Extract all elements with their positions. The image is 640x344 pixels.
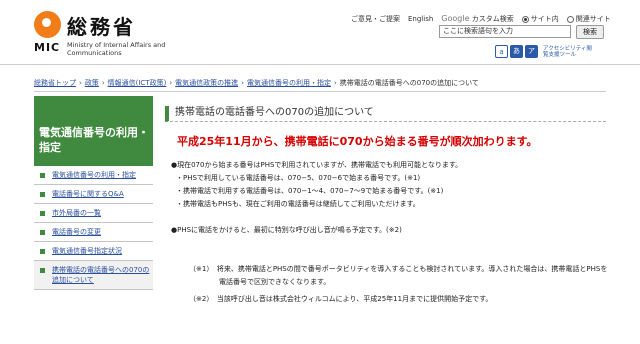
radio-unselected-icon [566, 15, 574, 23]
breadcrumb-numbers[interactable]: 電気通信番号の利用・指定 [247, 79, 331, 87]
accessibility-label[interactable]: アクセシビリティ閲覧支援ツール [543, 46, 595, 58]
note-2: （※2） 当該呼び出し音は株式会社ウィルコムにより、平成25年11月までに提供開… [189, 295, 493, 303]
sidebar-item-faq[interactable]: 電話番号に関するQ&A [34, 185, 153, 204]
custom-search-label: カスタム検索 [471, 15, 514, 23]
breadcrumb-top[interactable]: 総務省トップ [34, 79, 76, 87]
logo-english-name: Ministry of Internal Affairs and Communi… [67, 41, 166, 57]
english-link[interactable]: English [408, 15, 433, 23]
breadcrumb-policy[interactable]: 政策 [85, 79, 99, 87]
bullet-phs-ringtone: ●PHSに電話をかけると、最初に特別な呼び出し音が鳴る予定です。(※2) [171, 226, 402, 234]
radio-selected-icon [521, 15, 529, 23]
logo-title[interactable]: 総務省 [67, 11, 136, 40]
search-button[interactable]: 検索 [576, 25, 604, 39]
sub-bullet-phs-numbers: PHSで利用している電話番号は、070−5、070−6で始まる番号です。(※1) [171, 172, 611, 185]
hiragana-icon[interactable]: あ [510, 45, 523, 58]
logo-mic: MIC [34, 41, 61, 54]
headline: 平成25年11月から、携帯電話に070から始まる番号が順次加わります。 [177, 135, 538, 148]
scope-site-radio[interactable]: サイト内 [521, 14, 559, 24]
header-divider [0, 64, 640, 65]
font-size-icon[interactable]: a [495, 45, 508, 58]
breadcrumb-divider [34, 91, 606, 92]
sidebar-title: 電気通信番号の利用・指定 [34, 96, 153, 166]
page-title: 携帯電話の電話番号への070の追加について [165, 106, 606, 122]
breadcrumb-telecom[interactable]: 電気通信政策の推進 [175, 79, 238, 87]
breadcrumb-current: 携帯電話の電話番号への070の追加について [339, 79, 479, 87]
top-links: ご意見・ご提案 English Google カスタム検索 サイト内 関連サイト [351, 14, 611, 24]
sidebar-item-070[interactable]: 携帯電話の電話番号への070の追加について [34, 261, 153, 290]
breadcrumb: 総務省トップ › 政策 › 情報通信(ICT政策) › 電気通信政策の推進 › 電気通信番号の利… [34, 79, 479, 87]
sidebar-item-area-codes[interactable]: 市外局番の一覧 [34, 204, 153, 223]
note-1: （※1） 将来、携帯電話とPHSの間で番号ポータビリティを導入することも検討され… [189, 265, 608, 286]
feedback-link[interactable]: ご意見・ご提案 [351, 14, 400, 24]
sidebar-item-assignment-status[interactable]: 電気通信番号指定状況 [34, 242, 153, 261]
speech-icon[interactable]: ア [525, 45, 538, 58]
sub-bullet-mobile-numbers: 携帯電話で利用する電話番号は、070−1〜4、070−7〜9で始まる番号です。(… [171, 185, 611, 198]
accessibility-tools[interactable]: a あ ア アクセシビリティ閲覧支援ツール [495, 45, 595, 58]
google-label: Google [441, 14, 470, 23]
mic-logo-icon[interactable] [34, 11, 61, 38]
sidebar-item-number-change[interactable]: 電話番号の変更 [34, 223, 153, 242]
sidebar-item-number-use[interactable]: 電気通信番号の利用・指定 [34, 166, 153, 185]
bullet-070-phs: ●現在070から始まる番号はPHSで利用されていますが、携帯電話でも利用可能とな… [171, 161, 463, 169]
main-content: ●現在070から始まる番号はPHSで利用されていますが、携帯電話でも利用可能とな… [171, 159, 611, 306]
sub-bullet-continue-use: 携帯電話もPHSも、現在ご利用の電話番号は継続してご利用いただけます。 [171, 198, 611, 211]
breadcrumb-ict[interactable]: 情報通信(ICT政策) [108, 79, 167, 87]
search-input[interactable]: ここに検索語句を入力 [439, 25, 571, 38]
scope-web-radio[interactable]: 関連サイト [566, 14, 611, 24]
sidebar-nav: 電気通信番号の利用・指定 電話番号に関するQ&A 市外局番の一覧 電話番号の変更… [34, 166, 153, 290]
